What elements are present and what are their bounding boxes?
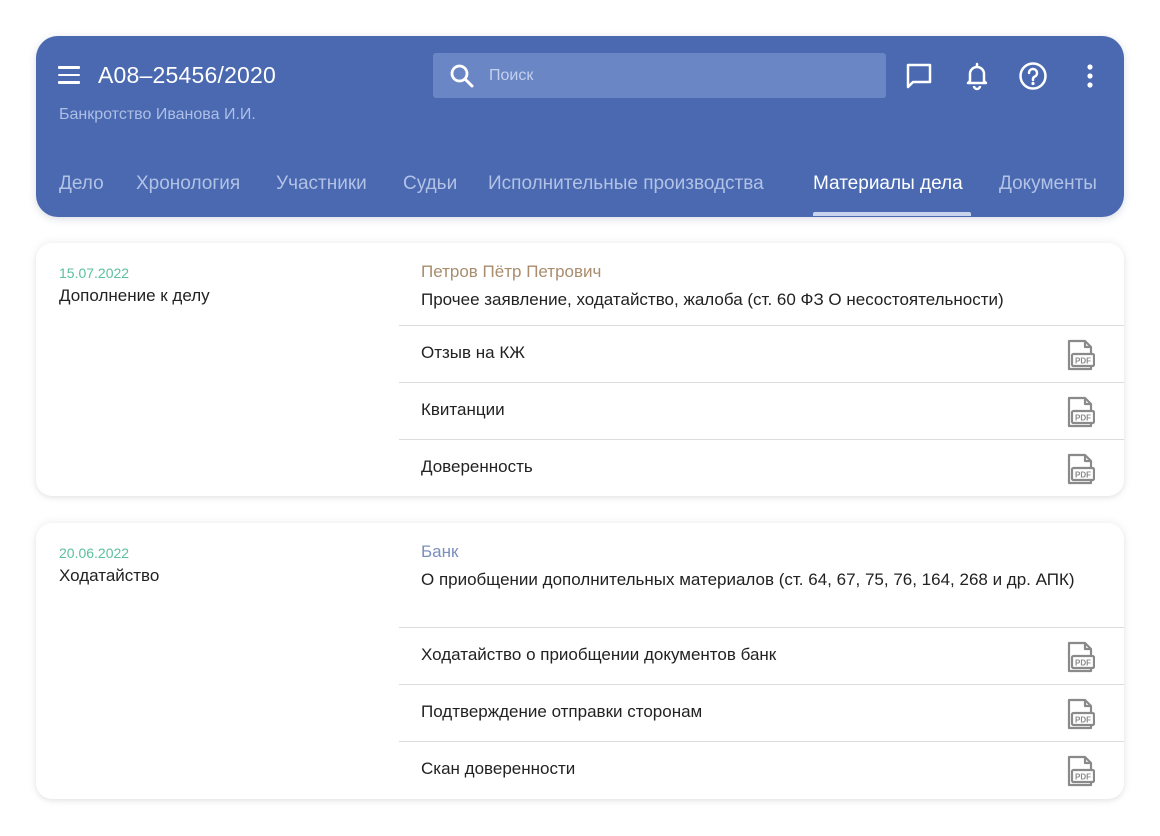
document-row[interactable]: Ходатайство о приобщении документов банк… xyxy=(399,627,1124,684)
search-input[interactable] xyxy=(489,53,869,98)
svg-text:PDF: PDF xyxy=(1075,773,1091,782)
document-name: Скан доверенности xyxy=(421,759,576,778)
menu-icon[interactable] xyxy=(58,66,80,84)
pdf-file-icon[interactable]: PDF xyxy=(1065,396,1095,428)
pdf-file-icon[interactable]: PDF xyxy=(1065,453,1095,485)
pdf-file-icon[interactable]: PDF xyxy=(1065,641,1095,673)
svg-text:PDF: PDF xyxy=(1075,471,1091,480)
tab-participants[interactable]: Участники xyxy=(276,173,367,195)
chat-icon[interactable] xyxy=(904,61,934,91)
document-name: Ходатайство о приобщении документов банк xyxy=(421,645,777,664)
svg-text:PDF: PDF xyxy=(1075,659,1091,668)
document-name: Подтверждение отправки сторонам xyxy=(421,702,703,721)
pdf-file-icon[interactable]: PDF xyxy=(1065,698,1095,730)
bell-icon[interactable] xyxy=(962,61,992,91)
search-icon[interactable] xyxy=(449,63,475,89)
tab-chronology[interactable]: Хронология xyxy=(136,173,240,195)
active-tab-indicator xyxy=(813,212,971,216)
pdf-file-icon[interactable]: PDF xyxy=(1065,339,1095,371)
case-header: А08–25456/2020 Банкротство Иванова И.И. … xyxy=(36,36,1124,217)
case-subtitle: Банкротство Иванова И.И. xyxy=(59,106,256,123)
tab-case[interactable]: Дело xyxy=(59,173,104,195)
more-vert-icon[interactable] xyxy=(1075,61,1105,91)
document-row[interactable]: Доверенность PDF xyxy=(399,439,1124,496)
document-name: Квитанции xyxy=(421,400,505,419)
document-row[interactable]: Квитанции PDF xyxy=(399,382,1124,439)
document-name: Отзыв на КЖ xyxy=(421,343,525,362)
svg-text:PDF: PDF xyxy=(1075,716,1091,725)
entry-type: Дополнение к делу xyxy=(59,286,210,305)
pdf-file-icon[interactable]: PDF xyxy=(1065,755,1095,787)
search-bar[interactable] xyxy=(433,53,886,98)
tab-enforcement[interactable]: Исполнительные производства xyxy=(488,173,764,195)
help-icon[interactable] xyxy=(1018,61,1048,91)
entry-author[interactable]: Банк xyxy=(421,542,458,562)
case-entry-card: 20.06.2022 Ходатайство Банк О приобщении… xyxy=(36,523,1124,799)
tab-judges[interactable]: Судьи xyxy=(403,173,457,195)
entry-date: 15.07.2022 xyxy=(59,265,130,281)
case-entry-card: 15.07.2022 Дополнение к делу Петров Пётр… xyxy=(36,243,1124,496)
tab-bar: Дело Хронология Участники Судьи Исполнит… xyxy=(36,170,1124,217)
entry-date: 20.06.2022 xyxy=(59,545,130,561)
svg-text:PDF: PDF xyxy=(1075,357,1091,366)
document-row[interactable]: Отзыв на КЖ PDF xyxy=(399,325,1124,382)
entry-type: Ходатайство xyxy=(59,566,160,585)
document-row[interactable]: Скан доверенности PDF xyxy=(399,741,1124,798)
tab-case-materials[interactable]: Материалы дела xyxy=(813,173,963,195)
tab-documents[interactable]: Документы xyxy=(999,173,1097,195)
document-name: Доверенность xyxy=(421,457,533,476)
entry-description: О приобщении дополнительных материалов (… xyxy=(421,570,1075,589)
svg-text:PDF: PDF xyxy=(1075,414,1091,423)
case-number: А08–25456/2020 xyxy=(98,62,277,88)
entry-author[interactable]: Петров Пётр Петрович xyxy=(421,262,601,282)
document-row[interactable]: Подтверждение отправки сторонам PDF xyxy=(399,684,1124,741)
entry-description: Прочее заявление, ходатайство, жалоба (с… xyxy=(421,290,1004,309)
